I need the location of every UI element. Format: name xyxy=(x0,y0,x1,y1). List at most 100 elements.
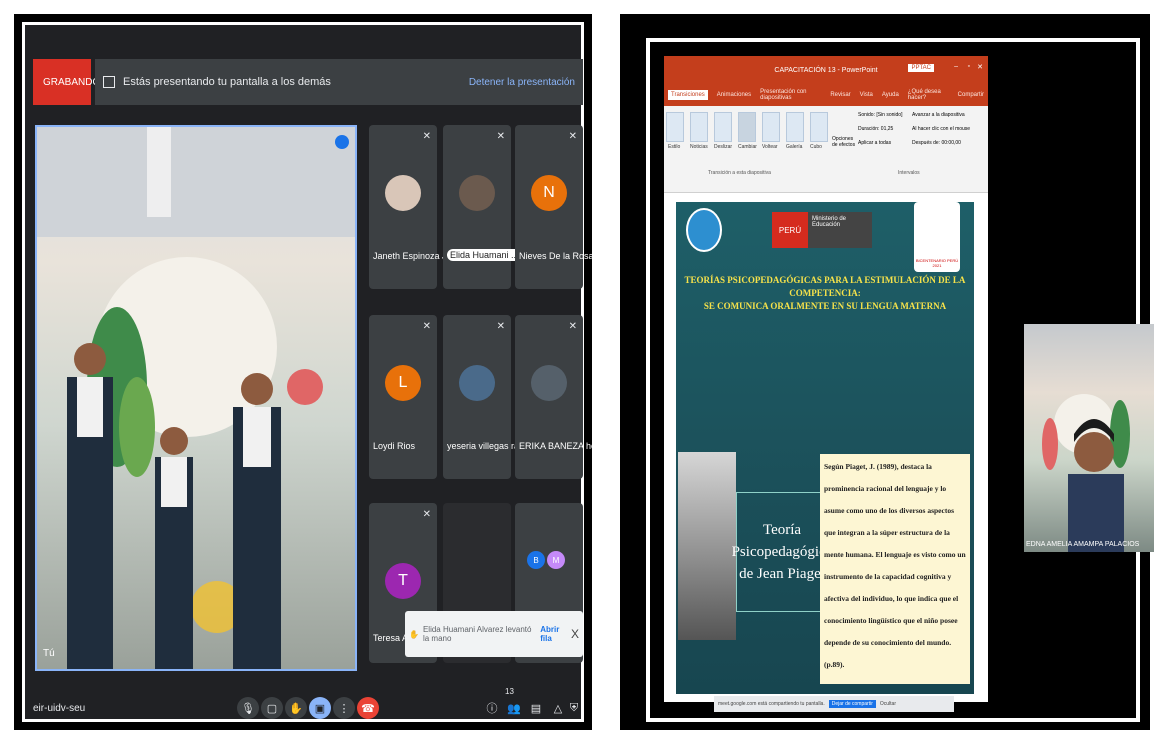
chat-icon[interactable]: ▤ xyxy=(525,697,547,719)
on-click-checkbox[interactable]: Al hacer clic con el mouse xyxy=(912,126,970,132)
mic-off-icon: ✕ xyxy=(422,509,431,520)
ministry-label: Ministerio de Educación xyxy=(808,212,872,248)
raise-hand-icon[interactable]: ✋ xyxy=(285,697,307,719)
effect-options-button[interactable]: Opciones de efectos xyxy=(832,136,856,148)
participant-name: Loydi Rios xyxy=(373,441,416,451)
theory-title-box: Teoría Psicopedagógica de Jean Piaget xyxy=(732,492,832,612)
meeting-code: eir-uidv-seu xyxy=(33,703,86,714)
mic-off-icon: ✕ xyxy=(422,131,431,142)
mic-off-icon: ✕ xyxy=(496,131,505,142)
window-title-bar: CAPACITACIÓN 13 - PowerPoint PPTAC – ▫ ✕ xyxy=(664,56,988,84)
recording-label: GRABANDO xyxy=(43,76,101,88)
participant-tile[interactable]: ✕ ERIKA BANEZA her... xyxy=(515,315,606,479)
participant-name: ERIKA BANEZA her... xyxy=(519,441,607,451)
participant-avatar: L xyxy=(385,365,421,401)
participant-tile[interactable]: ✕ Elida Huamani ... xyxy=(443,125,522,289)
sign-in-button[interactable]: PPTAC xyxy=(908,64,934,72)
participant-tile[interactable]: ✕ N Nieves De la Rosa xyxy=(515,125,594,289)
main-video-tile[interactable]: Tú xyxy=(35,125,357,671)
participant-photo xyxy=(459,175,495,211)
participant-tile[interactable]: ✕ L Loydi Rios xyxy=(369,315,437,479)
recording-badge[interactable]: GRABANDO xyxy=(33,59,100,105)
piaget-portrait xyxy=(678,452,736,640)
tab-view[interactable]: Vista xyxy=(860,92,873,98)
transition-gallery-button[interactable] xyxy=(786,112,804,142)
stop-presenting-link[interactable]: Detener la presentación xyxy=(469,77,575,88)
tab-help[interactable]: Ayuda xyxy=(882,92,899,98)
peru-label: PERÚ xyxy=(772,212,808,248)
main-video-name: Tú xyxy=(43,648,55,659)
transition-slide-button[interactable] xyxy=(714,112,732,142)
transition-style-button[interactable] xyxy=(666,112,684,142)
slide-title-line2: SE COMUNICA ORALMENTE EN SU LENGUA MATER… xyxy=(703,301,947,311)
apply-all-button[interactable]: Aplicar a todas xyxy=(858,140,891,146)
window-title: CAPACITACIÓN 13 - PowerPoint xyxy=(774,66,878,74)
share-button[interactable]: Compartir xyxy=(958,92,988,98)
transition-cube-button[interactable] xyxy=(810,112,828,142)
open-queue-button[interactable]: Abrir fila xyxy=(540,625,567,643)
minimize-icon[interactable]: – xyxy=(954,63,958,70)
camera-icon[interactable]: ▢ xyxy=(261,697,283,719)
slide-title: TEORÍAS PSICOPEDAGÓGICAS PARA LA ESTIMUL… xyxy=(676,274,974,313)
presenting-text: Estás presentando tu pantalla a los demá… xyxy=(123,76,331,88)
participant-photo xyxy=(385,175,421,211)
transition-gallery-label: Galería xyxy=(786,144,803,150)
meet-window: GRABANDO Estás presentando tu pantalla a… xyxy=(22,22,606,722)
ppt-screenshot: CAPACITACIÓN 13 - PowerPoint PPTAC – ▫ ✕… xyxy=(620,14,1154,730)
ministry-logo: PERÚ Ministerio de Educación xyxy=(772,212,872,248)
timing-section-label: Intervalos xyxy=(898,170,920,176)
tab-transitions[interactable]: Transiciones xyxy=(668,90,708,100)
activities-icon[interactable]: △ xyxy=(547,697,569,719)
maximize-icon[interactable]: ▫ xyxy=(968,63,970,70)
bicentenario-logo: BICENTENARIO PERÚ 2021 xyxy=(914,202,960,272)
classroom-scene xyxy=(37,127,355,669)
piaget-quote: Según Piaget, J. (1989), destaca la prom… xyxy=(820,454,970,684)
duration-field[interactable]: Duración: 01,25 xyxy=(858,126,893,132)
transition-change-button[interactable] xyxy=(738,112,756,142)
participant-avatar-b: B xyxy=(527,551,545,569)
stop-sharing-button[interactable]: Dejar de compartir xyxy=(828,700,876,708)
transition-news-label: Noticias xyxy=(690,144,708,150)
participant-count: 13 xyxy=(505,687,514,696)
participant-avatar-m: M xyxy=(547,551,565,569)
ribbon-section-label: Transición a esta diapositiva xyxy=(708,170,771,176)
mic-off-icon: ✕ xyxy=(422,321,431,332)
tab-animations[interactable]: Animaciones xyxy=(717,92,751,98)
close-notification-button[interactable]: X xyxy=(571,627,579,641)
participant-tile[interactable]: ✕ yeseria villegas ra... xyxy=(443,315,527,479)
transition-cube-label: Cubo xyxy=(810,144,822,150)
ppt-frame: CAPACITACIÓN 13 - PowerPoint PPTAC – ▫ ✕… xyxy=(646,38,1154,722)
powerpoint-window: CAPACITACIÓN 13 - PowerPoint PPTAC – ▫ ✕… xyxy=(664,56,988,712)
hand-raised-icon: ✋ xyxy=(409,629,419,639)
leave-call-icon[interactable]: ☎ xyxy=(357,697,379,719)
tab-slideshow[interactable]: Presentación con diapositivas xyxy=(760,89,821,101)
ribbon-tabs: Transiciones Animaciones Presentación co… xyxy=(664,84,988,106)
transition-flip-label: Voltear xyxy=(762,144,778,150)
tell-me-search[interactable]: ¿Qué desea hacer? xyxy=(908,89,949,101)
hide-button[interactable]: Ocultar xyxy=(880,701,896,707)
more-options-icon[interactable]: ⋮ xyxy=(333,697,355,719)
presenting-banner: Estás presentando tu pantalla a los demá… xyxy=(95,59,583,105)
tab-review[interactable]: Revisar xyxy=(830,92,850,98)
close-icon[interactable]: ✕ xyxy=(977,63,983,71)
present-icon[interactable]: ▣ xyxy=(309,697,331,719)
ribbon: Estilo Noticias Deslizar Cambiar Voltear… xyxy=(664,106,988,193)
participant-avatar: N xyxy=(531,175,567,211)
info-icon[interactable]: ⓘ xyxy=(481,697,503,719)
mic-icon[interactable]: 🎙 xyxy=(237,697,259,719)
school-emblem-icon xyxy=(686,208,722,252)
people-icon[interactable]: 👥 xyxy=(503,697,525,719)
sound-select[interactable]: Sonido: [Sin sonido] xyxy=(858,112,902,118)
slide-canvas[interactable]: PERÚ Ministerio de Educación BICENTENARI… xyxy=(676,202,974,694)
participant-photo xyxy=(531,365,567,401)
participant-avatar: T xyxy=(385,563,421,599)
transition-flip-button[interactable] xyxy=(762,112,780,142)
participant-tile[interactable]: ✕ Janeth Espinoza Ja... xyxy=(369,125,459,289)
after-field[interactable]: Después de: 00:00,00 xyxy=(912,140,961,146)
host-controls-icon[interactable]: ⛨ xyxy=(567,697,581,719)
mic-off-icon: ✕ xyxy=(496,321,505,332)
transition-news-button[interactable] xyxy=(690,112,708,142)
transition-slide-label: Deslizar xyxy=(714,144,733,150)
present-screen-icon xyxy=(103,76,115,88)
participant-name: Elida Huamani ... xyxy=(447,249,522,261)
